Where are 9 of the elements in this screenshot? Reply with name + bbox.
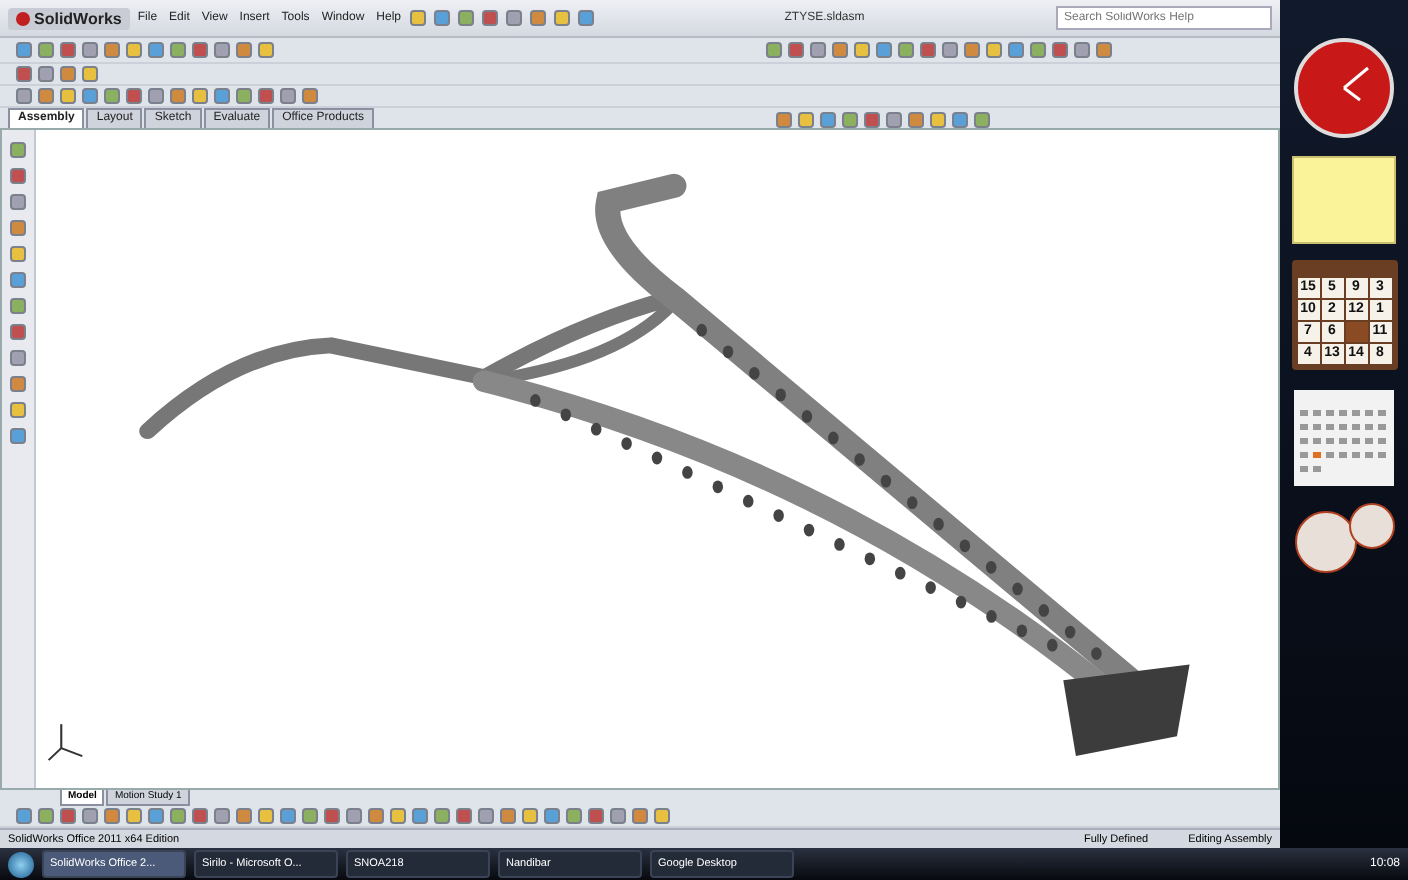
sticky-note (1292, 156, 1396, 244)
start-button[interactable] (8, 851, 34, 877)
clock-icon (1292, 36, 1396, 140)
logo-text: SolidWorks (34, 9, 122, 27)
logo-icon (16, 11, 30, 25)
app-logo[interactable]: SolidWorks (8, 7, 130, 29)
axis-triad-icon (47, 724, 83, 761)
calendar-icon (1294, 386, 1394, 486)
gauge-icon (1292, 502, 1396, 574)
